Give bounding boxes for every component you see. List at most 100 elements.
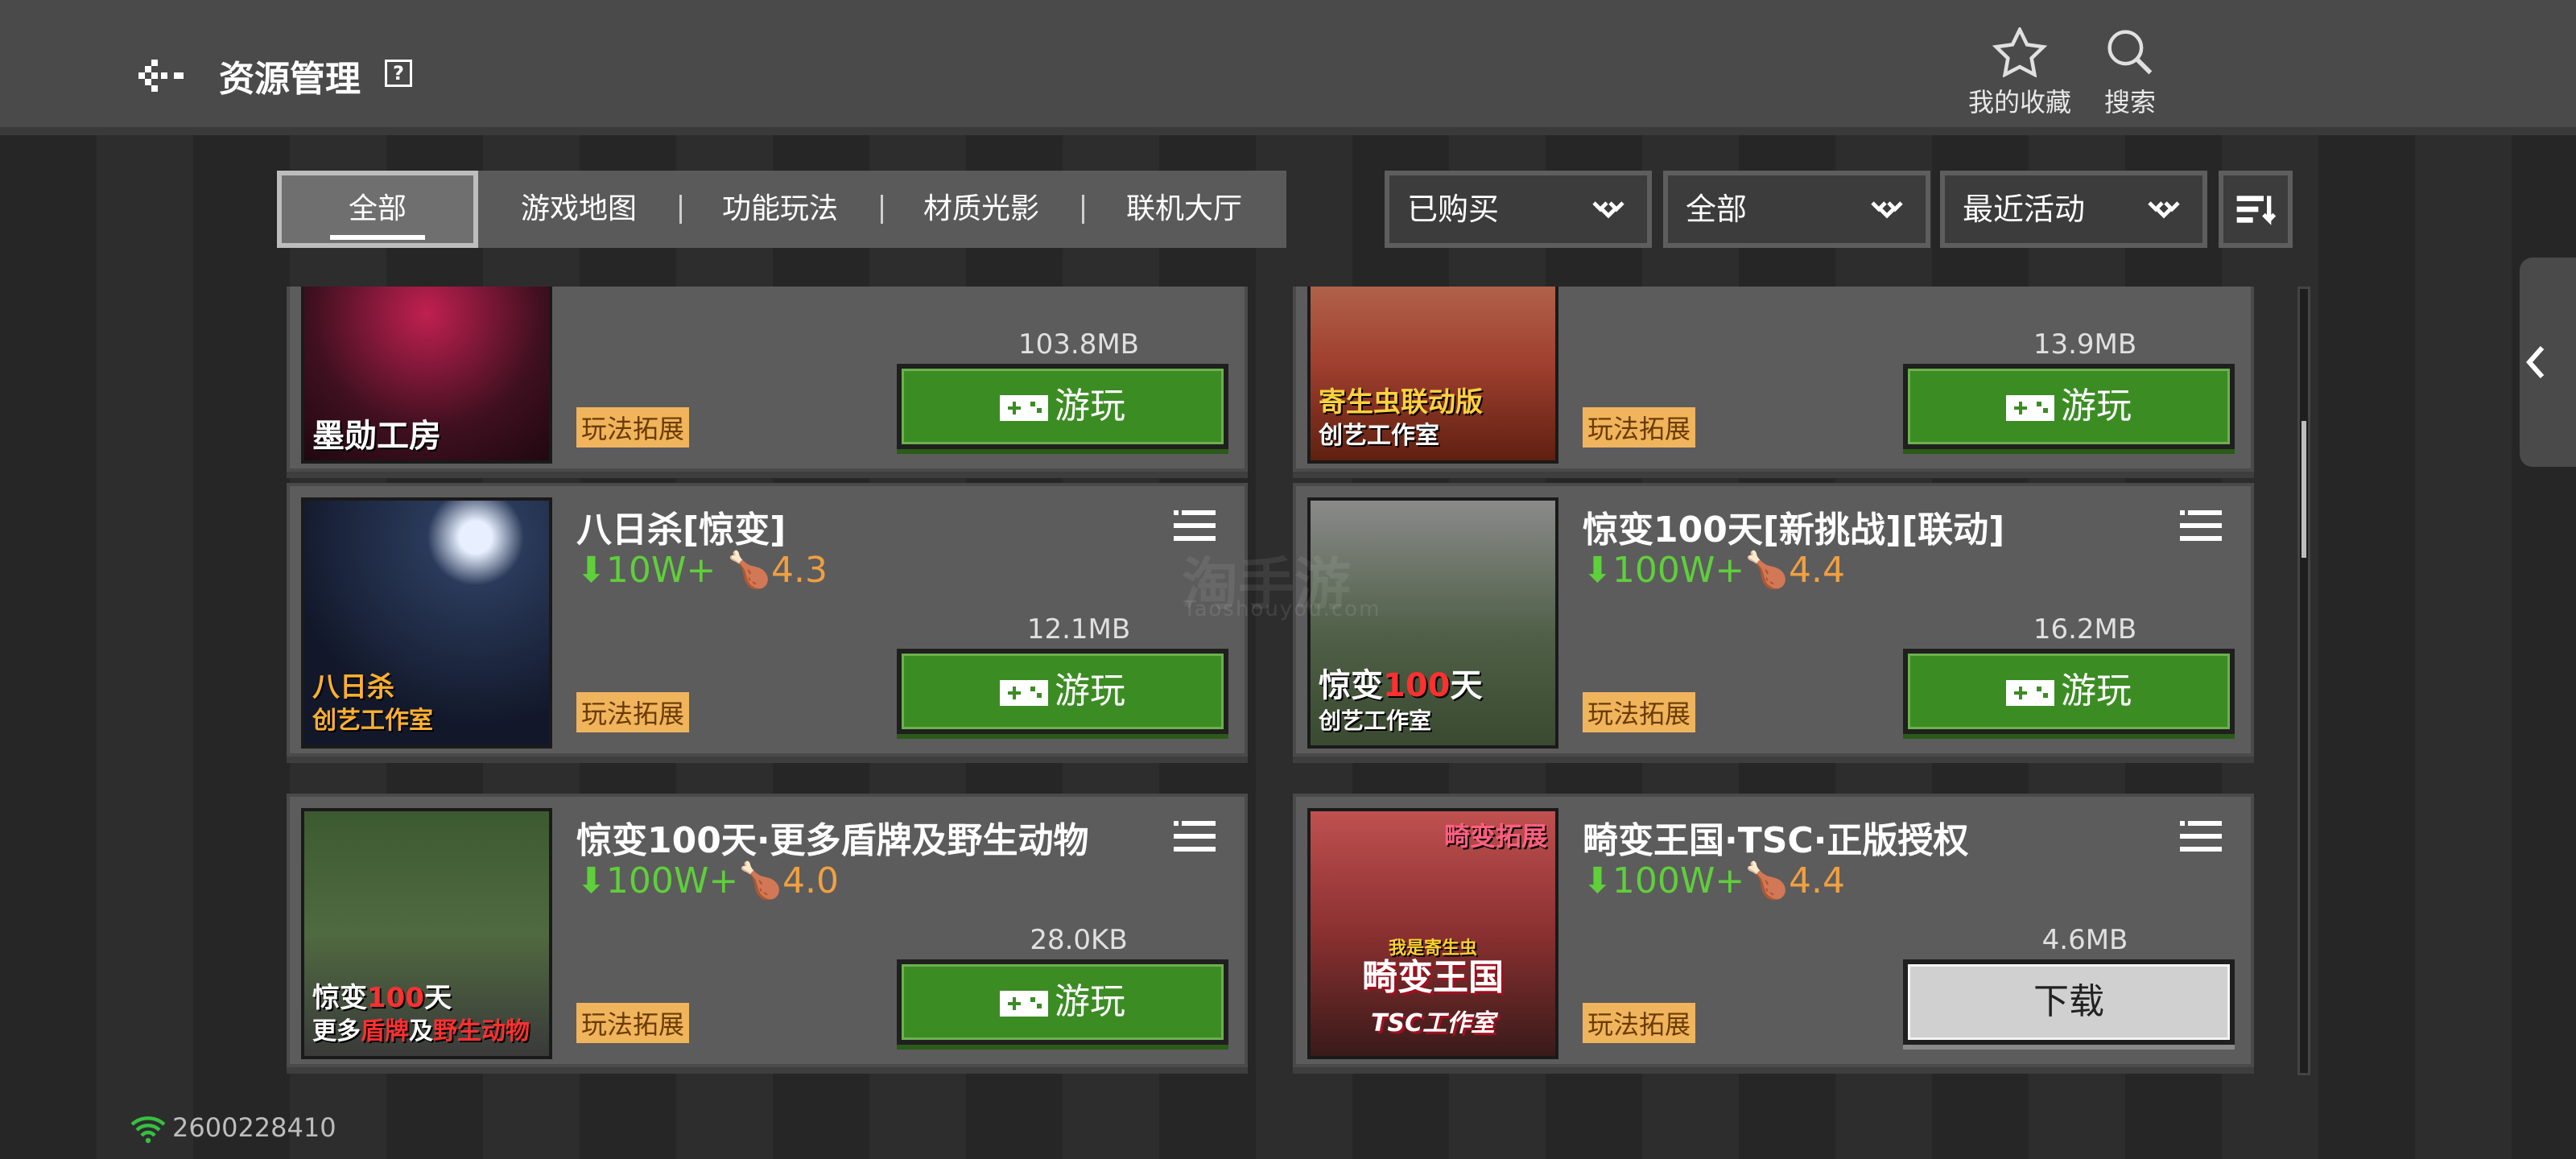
play-button[interactable]: 游玩 [897, 364, 1228, 449]
search-label: 搜索 [2103, 87, 2156, 118]
top-bar: 资源管理 ? 我的收藏 搜索 [0, 0, 2576, 135]
thumbnail-caption: 八日杀 创艺工作室 [312, 671, 433, 735]
download-count: ⬇100W+ [576, 860, 739, 901]
resource-card[interactable]: 惊变100天 更多盾牌及野生动物 惊变100天·更多盾牌及野生动物 ⬇100W+🍗… [287, 794, 1248, 1067]
resource-card[interactable]: 惊变100天 创艺工作室 惊变100天[新挑战][联动] ⬇100W+🍗4.4 1… [1293, 483, 2254, 757]
tab-game-map[interactable]: 游戏地图 [478, 171, 679, 248]
category-dropdown-value: 全部 [1686, 192, 1748, 227]
play-button-label: 游玩 [1055, 670, 1125, 711]
resource-thumbnail: 畸变拓展 我是寄生虫 畸变王国 TSC工作室 [1307, 808, 1558, 1059]
favorites-label: 我的收藏 [1967, 87, 2071, 118]
file-size: 4.6MB [2041, 924, 2128, 956]
connection-status: 2600228410 [129, 1112, 336, 1144]
category-tag: 玩法拓展 [576, 407, 690, 448]
back-icon[interactable] [138, 53, 187, 98]
resource-thumbnail: 八日杀 创艺工作室 [301, 497, 552, 749]
sort-icon [2236, 196, 2277, 225]
search-icon [2107, 30, 2153, 75]
category-dropdown[interactable]: 全部 [1663, 171, 1930, 248]
resource-card[interactable]: 八日杀 创艺工作室 八日杀[惊变] ⬇10W+ 🍗4.3 12.1MB 玩法拓展 … [287, 483, 1248, 757]
scrollbar-thumb[interactable] [2301, 421, 2306, 558]
tab-texture-shader[interactable]: 材质光影 [881, 171, 1082, 248]
gamepad-icon [1000, 991, 1048, 1017]
file-size: 103.8MB [1018, 328, 1139, 361]
chevron-down-icon [1871, 201, 1903, 219]
chevron-down-icon [1592, 201, 1624, 219]
thumbnail-banner: 畸变拓展 [1443, 821, 1547, 852]
category-tabs: 全部 游戏地图 功能玩法 材质光影 联机大厅 [277, 171, 1286, 248]
resource-card[interactable]: 畸变拓展 我是寄生虫 畸变王国 TSC工作室 畸变王国·TSC·正版授权 ⬇100… [1293, 794, 2254, 1067]
side-panel-toggle[interactable] [2520, 258, 2576, 467]
resource-stats: ⬇100W+🍗4.4 [1583, 549, 1845, 591]
purchased-dropdown-value: 已购买 [1407, 192, 1500, 227]
download-count: ⬇100W+ [1583, 860, 1745, 901]
play-button-label: 游玩 [1055, 386, 1125, 427]
tab-gameplay[interactable]: 功能玩法 [679, 171, 881, 248]
file-size: 12.1MB [1026, 613, 1131, 645]
resource-thumbnail: 惊变100天 创艺工作室 [1307, 497, 1558, 749]
resource-thumbnail: 墨勋工房 [301, 287, 552, 464]
gamepad-icon [1000, 395, 1048, 421]
list-menu-icon[interactable] [1174, 819, 1216, 855]
resource-title: 八日杀[惊变] [576, 509, 786, 551]
thumbnail-caption: 惊变100天 创艺工作室 [1319, 667, 1483, 734]
thumbnail-caption: 畸变王国 TSC工作室 [1362, 957, 1504, 1037]
resource-list[interactable]: 墨勋工房 103.8MB 玩法拓展 游玩 寄生虫联动版 创艺工作室 13.9MB … [287, 287, 2275, 1075]
category-tag: 玩法拓展 [1583, 407, 1696, 448]
sort-dropdown[interactable]: 最近活动 [1940, 171, 2207, 248]
tab-multiplayer-lobby[interactable]: 联机大厅 [1082, 171, 1286, 248]
gamepad-icon [1000, 680, 1048, 706]
play-button[interactable]: 游玩 [897, 959, 1228, 1045]
search-button[interactable]: 搜索 [2093, 27, 2167, 119]
favorites-button[interactable]: 我的收藏 [1959, 27, 2080, 119]
category-tag: 玩法拓展 [576, 1003, 690, 1043]
category-tag: 玩法拓展 [576, 692, 690, 732]
thumbnail-caption: 寄生虫联动版 创艺工作室 [1319, 386, 1483, 450]
resource-stats: ⬇10W+ 🍗4.3 [576, 549, 828, 591]
resource-title: 惊变100天·更多盾牌及野生动物 [576, 820, 1089, 861]
resource-card[interactable]: 寄生虫联动版 创艺工作室 13.9MB 玩法拓展 游玩 [1293, 287, 2254, 472]
resource-stats: ⬇100W+🍗4.0 [576, 860, 839, 901]
category-tag: 玩法拓展 [1583, 1003, 1696, 1043]
resource-card[interactable]: 墨勋工房 103.8MB 玩法拓展 游玩 [287, 287, 1248, 472]
gamepad-icon [2006, 395, 2054, 421]
download-count: ⬇10W+ [576, 550, 716, 591]
thumbnail-subcaption: 我是寄生虫 [1388, 938, 1477, 959]
file-size: 13.9MB [2033, 328, 2137, 361]
rating: 🍗4.4 [1744, 860, 1846, 901]
chevron-down-icon [2148, 201, 2180, 219]
sort-order-button[interactable] [2219, 171, 2293, 248]
file-size: 28.0KB [1030, 924, 1128, 956]
rating: 🍗4.4 [1744, 550, 1846, 591]
thumbnail-caption: 墨勋工房 [312, 418, 441, 455]
play-button-label: 游玩 [2061, 670, 2132, 711]
purchased-dropdown[interactable]: 已购买 [1385, 171, 1652, 248]
rating: 🍗4.0 [738, 860, 840, 901]
resource-thumbnail: 寄生虫联动版 创艺工作室 [1307, 287, 1558, 464]
file-size: 16.2MB [2033, 613, 2137, 645]
gamepad-icon [2006, 680, 2054, 706]
user-id: 2600228410 [172, 1112, 336, 1143]
wifi-icon [130, 1116, 166, 1144]
help-icon[interactable]: ? [385, 60, 412, 87]
resource-thumbnail: 惊变100天 更多盾牌及野生动物 [301, 808, 552, 1059]
tab-all[interactable]: 全部 [277, 171, 478, 248]
category-tag: 玩法拓展 [1583, 692, 1696, 732]
list-menu-icon[interactable] [2180, 819, 2222, 855]
play-button[interactable]: 游玩 [1903, 364, 2235, 449]
sort-dropdown-value: 最近活动 [1963, 192, 2086, 227]
rating: 🍗4.3 [727, 550, 828, 591]
chevron-left-icon [2525, 346, 2545, 378]
download-button[interactable]: 下载 [1903, 959, 2235, 1045]
play-button[interactable]: 游玩 [1903, 649, 2235, 734]
download-count: ⬇100W+ [1583, 550, 1745, 591]
page-title: 资源管理 [219, 59, 361, 100]
resource-title: 惊变100天[新挑战][联动] [1583, 509, 2005, 551]
thumbnail-caption: 惊变100天 更多盾牌及野生动物 [312, 982, 530, 1046]
play-button[interactable]: 游玩 [897, 649, 1228, 734]
resource-stats: ⬇100W+🍗4.4 [1583, 860, 1845, 901]
play-button-label: 游玩 [2061, 386, 2132, 427]
play-button-label: 游玩 [1055, 981, 1125, 1022]
list-menu-icon[interactable] [2180, 509, 2222, 544]
scrollbar[interactable] [2297, 287, 2310, 1075]
